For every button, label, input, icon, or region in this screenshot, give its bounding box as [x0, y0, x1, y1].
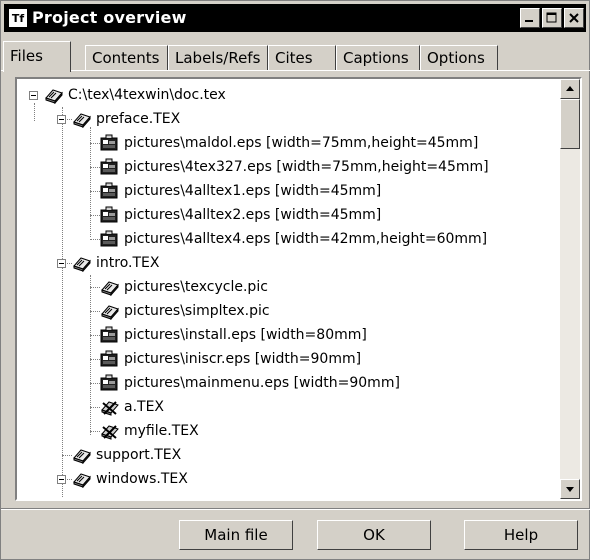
missing-tex-file-icon: [100, 398, 120, 416]
tree-connector: [90, 407, 100, 408]
arrow-down-icon: [566, 487, 574, 492]
tab-captions[interactable]: Captions: [336, 45, 420, 71]
tree-connector: [90, 239, 100, 240]
minimize-icon: [525, 20, 533, 22]
tab-cites[interactable]: Cites: [268, 45, 336, 71]
tab-strip: Files Contents Labels/Refs Cites Caption…: [1, 41, 590, 72]
tex-file-icon: [72, 470, 92, 489]
tab-files[interactable]: Files: [3, 41, 71, 72]
close-icon: [569, 13, 579, 23]
file-tree-panel: C:\tex\4texwin\doc.tex preface.TEX picture…: [15, 77, 582, 501]
tree-connector: [90, 143, 100, 144]
app-icon: Tf: [8, 8, 28, 28]
tab-divider: [1, 70, 590, 71]
collapse-toggle[interactable]: [29, 91, 38, 100]
tree-connector: [90, 215, 100, 216]
tree-connector: [90, 167, 100, 168]
maximize-icon: [546, 12, 557, 23]
collapse-toggle[interactable]: [57, 115, 66, 124]
tree-item-label: pictures\mainmenu.eps [width=90mm]: [124, 375, 400, 391]
main-file-button[interactable]: Main file: [179, 520, 293, 550]
tree-item-label: pictures\4alltex2.eps [width=45mm]: [124, 207, 382, 223]
image-file-icon: [100, 350, 120, 368]
collapse-toggle[interactable]: [57, 475, 66, 484]
tree-connector: [90, 359, 100, 360]
tree-connector: [90, 335, 100, 336]
image-file-icon: [100, 158, 120, 176]
tree-item-label: pictures\4alltex1.eps [width=45mm]: [124, 183, 382, 199]
tree-item-label: intro.TEX: [96, 255, 160, 271]
tree-item-label: pictures\iniscr.eps [width=90mm]: [124, 351, 362, 367]
tree-item-label: a.TEX: [124, 399, 165, 415]
tree-connector: [90, 287, 100, 288]
collapse-toggle[interactable]: [57, 259, 66, 268]
minimize-button[interactable]: [520, 8, 540, 28]
tab-labels-refs[interactable]: Labels/Refs: [168, 45, 268, 71]
image-file-icon: [100, 230, 120, 248]
tree-connector: [34, 103, 35, 121]
tex-file-icon: [72, 446, 92, 465]
file-tree[interactable]: C:\tex\4texwin\doc.tex preface.TEX picture…: [17, 79, 560, 499]
tree-connector: [90, 191, 100, 192]
tree-item-label: pictures\4alltex4.eps [width=42mm,height…: [124, 231, 488, 247]
tex-file-icon: [72, 110, 92, 129]
tree-item-label: preface.TEX: [96, 111, 181, 127]
tab-contents[interactable]: Contents: [85, 45, 168, 71]
tree-item-label: pictures\texcycle.pic: [124, 279, 268, 295]
tree-item-label: pictures\simpltex.pic: [124, 303, 270, 319]
arrow-up-icon: [566, 86, 574, 91]
tree-connector: [62, 107, 63, 497]
scroll-up-button[interactable]: [560, 79, 580, 99]
image-file-icon: [100, 374, 120, 392]
title-bar[interactable]: Tf Project overview: [4, 4, 586, 32]
close-button[interactable]: [564, 8, 584, 28]
image-file-icon: [100, 134, 120, 152]
tex-file-icon: [100, 278, 120, 297]
tree-item-label: C:\tex\4texwin\doc.tex: [68, 87, 226, 103]
help-button[interactable]: Help: [464, 520, 578, 550]
scroll-down-button[interactable]: [560, 479, 580, 499]
tree-item-label: myfile.TEX: [124, 423, 199, 439]
tree-connector: [62, 455, 72, 456]
ok-button[interactable]: OK: [317, 520, 431, 550]
scroll-thumb[interactable]: [560, 99, 580, 149]
missing-tex-file-icon: [100, 422, 120, 440]
tex-file-icon: [44, 86, 64, 105]
maximize-button[interactable]: [542, 8, 562, 28]
project-overview-window: Tf Project overview Files Contents Label…: [0, 0, 590, 560]
tree-item-label: pictures\4tex327.eps [width=75mm,height=…: [124, 159, 489, 175]
tree-item-label: windows.TEX: [96, 471, 188, 487]
tree-item-label: pictures\maldol.eps [width=75mm,height=4…: [124, 135, 479, 151]
window-title: Project overview: [32, 8, 187, 27]
tree-item-label: support.TEX: [96, 447, 182, 463]
image-file-icon: [100, 206, 120, 224]
tab-options[interactable]: Options: [420, 45, 498, 71]
tex-file-icon: [100, 302, 120, 321]
tree-item-label: pictures\install.eps [width=80mm]: [124, 327, 367, 343]
image-file-icon: [100, 326, 120, 344]
vertical-scrollbar[interactable]: [560, 79, 580, 499]
image-file-icon: [100, 182, 120, 200]
separator: [1, 509, 590, 510]
tree-connector: [90, 311, 100, 312]
tree-connector: [90, 431, 100, 432]
tree-connector: [90, 275, 91, 435]
tex-file-icon: [72, 254, 92, 273]
tree-connector: [90, 383, 100, 384]
